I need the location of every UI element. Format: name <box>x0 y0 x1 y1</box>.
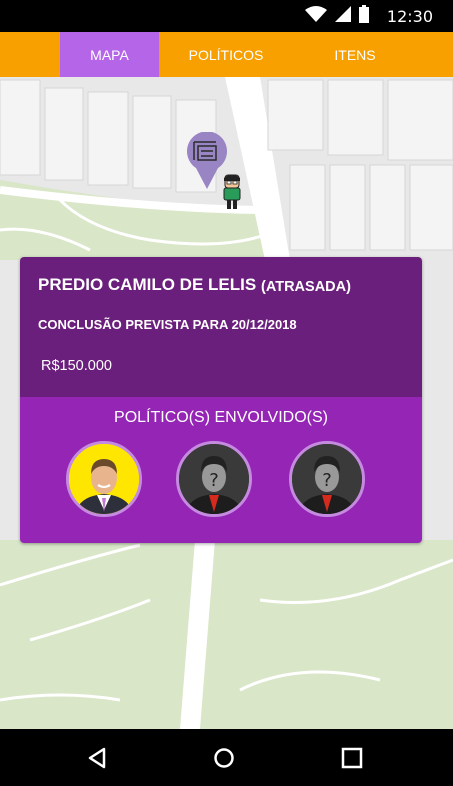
status-badge: (ATRASADA) <box>261 279 351 295</box>
back-icon[interactable] <box>82 743 112 773</box>
system-nav-bar <box>0 729 453 786</box>
wifi-icon <box>304 5 327 27</box>
politician-photo <box>69 444 139 514</box>
deadline-text: CONCLUSÃO PREVISTA PARA 20/12/2018 <box>38 317 297 332</box>
user-location <box>221 173 243 211</box>
politicians-section: POLÍTICO(S) ENVOLVIDO(S) ? ? <box>20 397 422 543</box>
budget-value: R$150.000 <box>41 358 112 374</box>
tab-politicos[interactable]: POLÍTICOS <box>170 32 282 77</box>
person-icon <box>223 174 241 209</box>
unknown-politician-avatar[interactable]: ? <box>176 441 252 517</box>
politicians-heading: POLÍTICO(S) ENVOLVIDO(S) <box>114 409 328 426</box>
tab-itens[interactable]: ITENS <box>295 32 415 77</box>
construction-info-card[interactable]: PREDIO CAMILO DE LELIS (ATRASADA) CONCLU… <box>20 257 422 543</box>
home-icon[interactable] <box>209 743 239 773</box>
unknown-person-icon: ? <box>292 444 362 514</box>
status-bar: 12:30 <box>0 0 453 32</box>
signal-icon <box>334 5 351 27</box>
card-header: PREDIO CAMILO DE LELIS (ATRASADA) CONCLU… <box>20 257 422 397</box>
tab-mapa[interactable]: MAPA <box>60 32 159 77</box>
clock: 12:30 <box>386 6 433 26</box>
svg-text:?: ? <box>322 470 332 491</box>
unknown-politician-avatar[interactable]: ? <box>289 441 365 517</box>
construction-title: PREDIO CAMILO DE LELIS <box>38 275 257 294</box>
recent-apps-icon[interactable] <box>337 743 367 773</box>
tab-bar: MAPA POLÍTICOS ITENS <box>0 32 453 77</box>
unknown-person-icon: ? <box>179 444 249 514</box>
battery-icon <box>358 4 369 28</box>
politician-avatar[interactable] <box>66 441 142 517</box>
svg-text:?: ? <box>209 470 219 491</box>
